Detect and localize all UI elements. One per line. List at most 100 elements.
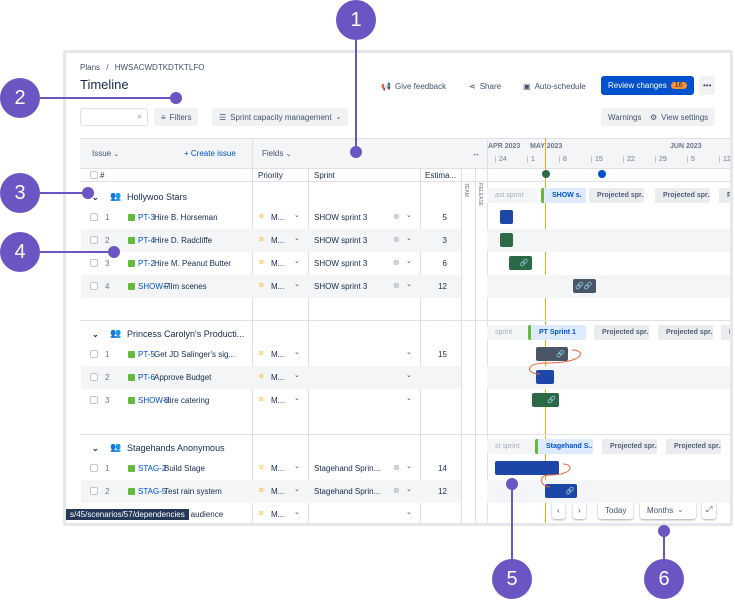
sprint-dropdown-chevron-icon[interactable]: ⌄ — [406, 234, 412, 242]
sprint-dropdown-chevron-icon[interactable]: ⌄ — [406, 348, 412, 356]
timeline-bar[interactable]: 🔗 — [508, 256, 532, 270]
next-button[interactable]: › — [573, 501, 586, 519]
issue-title[interactable]: Hire catering — [164, 396, 252, 405]
estimate-value[interactable]: 12 — [425, 487, 447, 496]
timeline-bar[interactable]: 🔗 — [545, 484, 578, 498]
release-complete-icon[interactable] — [542, 170, 550, 178]
issue-title[interactable]: Hire D. Radcliffe — [154, 236, 252, 245]
priority-dropdown-chevron-icon[interactable]: ⌄ — [294, 508, 300, 516]
estimate-value[interactable]: 5 — [425, 213, 447, 222]
table-row[interactable]: 3 SHOW-2 Hire catering = M... ⌄ ⌄ — [81, 389, 461, 412]
sprint-dropdown-chevron-icon[interactable]: ⌄ — [406, 394, 412, 402]
review-changes-button[interactable]: Review changes 16 — [601, 76, 694, 95]
sprint-chip[interactable]: Projected spr... — [663, 439, 721, 454]
release-marker-icon[interactable] — [598, 170, 606, 178]
group-toggle-chevron-icon[interactable]: ⌄ — [92, 330, 99, 339]
fullscreen-button[interactable]: ⤢ — [702, 501, 717, 519]
sprint-chip[interactable]: Projected spr... — [599, 439, 657, 454]
sprint-chip[interactable]: Projected spr... — [586, 188, 644, 203]
issue-key-link[interactable]: STAG-2 — [138, 464, 166, 473]
breadcrumb-plans[interactable]: Plans — [80, 63, 100, 72]
issue-title[interactable]: Hire M. Peanut Butter — [154, 259, 252, 268]
issue-key-link[interactable]: PT-3 — [138, 213, 155, 222]
sprint-dropdown-chevron-icon[interactable]: ⌄ — [406, 257, 412, 265]
estimate-value[interactable]: 14 — [425, 464, 447, 473]
view-settings-button[interactable]: ⚙ View settings — [643, 108, 716, 126]
group-name[interactable]: Princess Carolyn's Producti... — [127, 329, 252, 339]
sprint-chip[interactable]: P — [718, 325, 730, 340]
clear-sprint-icon[interactable]: ⊗ — [393, 258, 400, 267]
clear-sprint-icon[interactable]: ⊗ — [393, 235, 400, 244]
timeline-bar[interactable] — [499, 210, 514, 224]
estimate-value[interactable]: 15 — [425, 350, 447, 359]
row-checkbox[interactable] — [90, 396, 98, 404]
timeline-bar[interactable]: 🔗 — [536, 347, 569, 361]
group-name[interactable]: Hollywoo Stars — [127, 192, 252, 202]
sprint-chip[interactable]: Stagehand S.. — [535, 439, 593, 454]
issue-key-link[interactable]: PT-6 — [138, 373, 155, 382]
sprint-dropdown-chevron-icon[interactable]: ⌄ — [406, 485, 412, 493]
timeline-bar[interactable] — [499, 233, 514, 247]
issue-title[interactable]: Build Stage — [164, 464, 252, 473]
sprint-dropdown-chevron-icon[interactable]: ⌄ — [406, 211, 412, 219]
table-row[interactable]: 3 PT-2 Hire M. Peanut Butter = M... ⌄ SHOW spr… — [81, 252, 461, 275]
row-checkbox[interactable] — [90, 464, 98, 472]
issue-column-dropdown[interactable]: Issue ⌄ — [92, 149, 119, 158]
issue-title[interactable]: Film scenes — [164, 282, 252, 291]
sprint-chip[interactable]: Projected spr... — [591, 325, 649, 340]
priority-dropdown-chevron-icon[interactable]: ⌄ — [294, 371, 300, 379]
issue-title[interactable]: Get JD Salinger's sig... — [154, 350, 252, 359]
priority-dropdown-chevron-icon[interactable]: ⌄ — [294, 257, 300, 265]
breadcrumb-plan[interactable]: HWSACWDTKDTKTLFO — [115, 63, 205, 72]
row-checkbox[interactable] — [90, 259, 98, 267]
issue-key-link[interactable]: PT-4 — [138, 236, 155, 245]
timeline-bar[interactable]: 🔗 — [531, 393, 559, 407]
clear-sprint-icon[interactable]: ⊗ — [393, 281, 400, 290]
issue-key-link[interactable]: STAG-5 — [138, 487, 166, 496]
sprint-dropdown-chevron-icon[interactable]: ⌄ — [406, 371, 412, 379]
group-toggle-chevron-icon[interactable]: ⌄ — [92, 444, 99, 453]
issue-title[interactable]: Hire B. Horseman — [154, 213, 252, 222]
issue-title[interactable]: Test rain system — [164, 487, 252, 496]
warnings-button[interactable]: Warnings — [601, 108, 649, 126]
timescale-dropdown[interactable]: Months ⌄ — [640, 501, 696, 519]
priority-dropdown-chevron-icon[interactable]: ⌄ — [294, 462, 300, 470]
sprint-chip[interactable]: ast sprint — [487, 188, 537, 203]
select-all-checkbox[interactable] — [90, 171, 98, 179]
timeline-bar[interactable]: 🔗🔗 — [572, 279, 596, 293]
priority-dropdown-chevron-icon[interactable]: ⌄ — [294, 394, 300, 402]
give-feedback-button[interactable]: 📢 Give feedback — [374, 77, 453, 95]
clear-sprint-icon[interactable]: ⊗ — [393, 463, 400, 472]
collapse-fields-icon[interactable]: ↔ — [472, 149, 480, 158]
clear-sprint-icon[interactable]: ⊗ — [393, 212, 400, 221]
filters-button[interactable]: ≡ Filters — [154, 108, 199, 126]
row-checkbox[interactable] — [90, 213, 98, 221]
issue-key-link[interactable]: PT-2 — [138, 259, 155, 268]
fields-dropdown[interactable]: Fields ⌄ — [262, 149, 291, 158]
table-row[interactable]: 2 PT-6 Approve Budget = M... ⌄ ⌄ — [81, 366, 461, 389]
table-row[interactable]: 1 PT-3 Hire B. Horseman = M... ⌄ SHOW sprint 3… — [81, 206, 461, 229]
timeline-bar[interactable] — [536, 370, 555, 384]
priority-dropdown-chevron-icon[interactable]: ⌄ — [294, 211, 300, 219]
table-row[interactable]: 1 STAG-2 Build Stage = M... ⌄ Stagehand Sprin.… — [81, 457, 461, 480]
estimate-value[interactable]: 3 — [425, 236, 447, 245]
auto-schedule-button[interactable]: ▣ Auto-schedule — [516, 77, 593, 95]
table-row[interactable]: 1 PT-5 Get JD Salinger's sig... = M... ⌄ ⌄ 15 — [81, 343, 461, 366]
row-checkbox[interactable] — [90, 487, 98, 495]
group-name[interactable]: Stagehands Anonymous — [127, 443, 252, 453]
row-checkbox[interactable] — [90, 373, 98, 381]
row-checkbox[interactable] — [90, 236, 98, 244]
sprint-dropdown-chevron-icon[interactable]: ⌄ — [406, 508, 412, 516]
sprint-chip[interactable]: Pro — [716, 188, 730, 203]
sprint-dropdown-chevron-icon[interactable]: ⌄ — [406, 280, 412, 288]
sprint-chip[interactable]: st sprint — [487, 439, 537, 454]
table-row[interactable]: 4 SHOW-7 Film scenes = M... ⌄ SHOW sprint 3 ⊗ ⌄ 1… — [81, 275, 461, 298]
table-row[interactable]: 2 STAG-5 Test rain system = M... ⌄ Stagehand S… — [81, 480, 461, 503]
issue-title[interactable]: Approve Budget — [154, 373, 252, 382]
sprint-chip[interactable]: PT Sprint 1 — [528, 325, 586, 340]
priority-dropdown-chevron-icon[interactable]: ⌄ — [294, 280, 300, 288]
search-input[interactable]: ⌕ — [80, 108, 148, 126]
today-button[interactable]: Today — [598, 501, 634, 519]
priority-dropdown-chevron-icon[interactable]: ⌄ — [294, 485, 300, 493]
prev-button[interactable]: ‹ — [552, 501, 565, 519]
